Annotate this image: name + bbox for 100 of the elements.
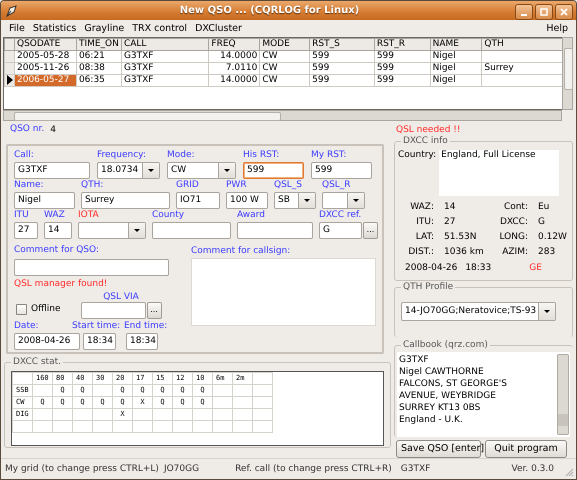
info-label: ITU: xyxy=(415,216,434,227)
action-button[interactable]: Quit program xyxy=(485,440,567,458)
window-title: New QSO ... (CQRLOG for Linux) xyxy=(178,5,360,16)
table-cell: 14.0000 xyxy=(208,74,260,86)
vertical-scrollbar[interactable] xyxy=(562,36,573,110)
close-icon xyxy=(560,8,568,16)
input-field[interactable]: 599 xyxy=(243,162,304,179)
dropdown[interactable]: CW xyxy=(167,162,236,179)
dropdown[interactable]: 18.0734 xyxy=(97,162,160,179)
text-area[interactable] xyxy=(191,258,376,326)
field-label: My RST: xyxy=(311,150,348,161)
field-label: Start time: xyxy=(72,320,122,332)
browse-button[interactable]: ... xyxy=(363,222,378,239)
minimize-button[interactable] xyxy=(515,4,533,20)
info-value: 0.12W xyxy=(538,232,568,242)
table-cell: 599 xyxy=(310,74,374,86)
info-value: 1036 km xyxy=(444,246,485,257)
group-title: Callbook (qrz.com) xyxy=(401,340,490,351)
caret-icon xyxy=(224,168,230,172)
input-field[interactable]: 27 xyxy=(14,222,38,239)
input-field[interactable]: G3TXF xyxy=(14,162,90,179)
table-cell: G3TXF xyxy=(121,62,209,74)
table-cell: CW xyxy=(260,50,310,62)
status-value: G3TXF xyxy=(400,464,430,474)
info-label: AZIM: xyxy=(501,246,528,257)
browse-button[interactable]: ... xyxy=(146,302,162,319)
input-field[interactable]: Surrey xyxy=(81,192,170,209)
field-label: Award xyxy=(237,210,266,221)
field-label: Call: xyxy=(14,150,35,161)
field-label: QSO nr. xyxy=(10,124,44,136)
info-label: DXCC: xyxy=(498,216,528,227)
checkbox[interactable] xyxy=(16,304,27,315)
menu-item[interactable]: File xyxy=(5,23,29,34)
column-header[interactable]: MODE xyxy=(260,38,310,50)
column-header[interactable]: RST_S xyxy=(310,38,374,50)
column-header[interactable]: QTH xyxy=(482,38,562,50)
field-label: County xyxy=(152,210,186,221)
vertical-scrollbar[interactable] xyxy=(557,354,569,435)
table-cell: 599 xyxy=(374,74,430,86)
info-value: G xyxy=(538,216,546,227)
field-label: Mode: xyxy=(167,150,196,161)
dropdown[interactable]: 14-JO70GG;Neratovice;TS-93 xyxy=(401,302,556,321)
field-label: End time: xyxy=(124,320,168,332)
input-field[interactable]: IO71 xyxy=(176,192,220,209)
field-label: Name: xyxy=(14,180,45,191)
field-label: QSL_S xyxy=(274,180,304,191)
resize-grip-icon[interactable] xyxy=(564,467,574,477)
table-cell: 599 xyxy=(374,62,430,74)
dropdown[interactable] xyxy=(78,222,146,239)
info-label: WAZ: xyxy=(409,202,434,212)
input-field[interactable]: 599 xyxy=(311,162,372,179)
input-field[interactable] xyxy=(80,302,146,319)
input-field[interactable]: G xyxy=(319,222,362,239)
input-field[interactable]: 2008-04-26 xyxy=(14,332,80,350)
qso-number: 4 xyxy=(50,124,56,135)
input-field[interactable]: 18:34 xyxy=(126,332,158,350)
caret-icon xyxy=(134,228,140,232)
status-value: JO70GG xyxy=(164,464,200,474)
input-field[interactable]: 18:34 xyxy=(83,332,116,350)
column-header[interactable]: QSODATE xyxy=(14,38,76,50)
maximize-button[interactable] xyxy=(535,4,553,20)
callbook-text: G3TXF Nigel CAWTHORNE FALCONS, ST GEORGE'S AVENUE, WEYBRIDGE SURREY KT13 0BS England - U.K. xyxy=(398,354,508,427)
input-field[interactable] xyxy=(14,258,169,276)
input-field[interactable]: 100 W xyxy=(226,192,268,209)
dropdown[interactable] xyxy=(322,192,365,209)
last-time: 18:33 xyxy=(465,262,492,273)
menu-item[interactable]: DXCluster xyxy=(191,23,246,34)
column-header[interactable]: FREQ xyxy=(208,38,260,50)
input-field[interactable]: Nigel xyxy=(14,192,75,209)
qsl-notice: QSL needed !! xyxy=(396,124,460,135)
action-button[interactable]: Save QSO [enter] xyxy=(396,440,481,458)
field-label: QSL_R xyxy=(322,180,352,191)
app-icon[interactable] xyxy=(5,4,19,18)
status-text: My grid (to change press CTRL+L) xyxy=(5,464,159,474)
input-field[interactable] xyxy=(237,222,313,239)
close-button[interactable] xyxy=(555,4,573,20)
field-label: Comment for callsign: xyxy=(191,246,292,257)
dropdown[interactable]: SB xyxy=(274,192,316,209)
horizontal-scrollbar[interactable] xyxy=(3,110,562,121)
menu-item[interactable]: Statistics xyxy=(28,23,80,34)
row-header[interactable] xyxy=(4,74,14,86)
table-cell: 2006-05-27 xyxy=(14,74,76,86)
field-label: Comment for QSO: xyxy=(14,244,100,256)
table-cell: Nigel xyxy=(430,74,482,86)
column-header[interactable]: RST_R xyxy=(374,38,430,50)
input-field[interactable] xyxy=(152,222,231,239)
info-label: LONG: xyxy=(498,232,528,242)
column-header[interactable]: CALL xyxy=(121,38,209,50)
table-cell: CW xyxy=(260,62,310,74)
menu-item[interactable]: TRX control xyxy=(128,23,192,34)
table-cell: 599 xyxy=(310,50,374,62)
field-label: GRID xyxy=(176,180,200,191)
column-header[interactable]: TIME_ON xyxy=(76,38,122,50)
field-label: Frequency: xyxy=(97,150,147,161)
column-header[interactable]: NAME xyxy=(430,38,482,50)
menu-item[interactable]: Grayline xyxy=(80,23,128,34)
table-cell: 14.0000 xyxy=(208,50,260,62)
info-label: Cont: xyxy=(502,202,528,212)
input-field[interactable]: 14 xyxy=(44,222,72,239)
menu-item[interactable]: Help xyxy=(542,23,572,34)
